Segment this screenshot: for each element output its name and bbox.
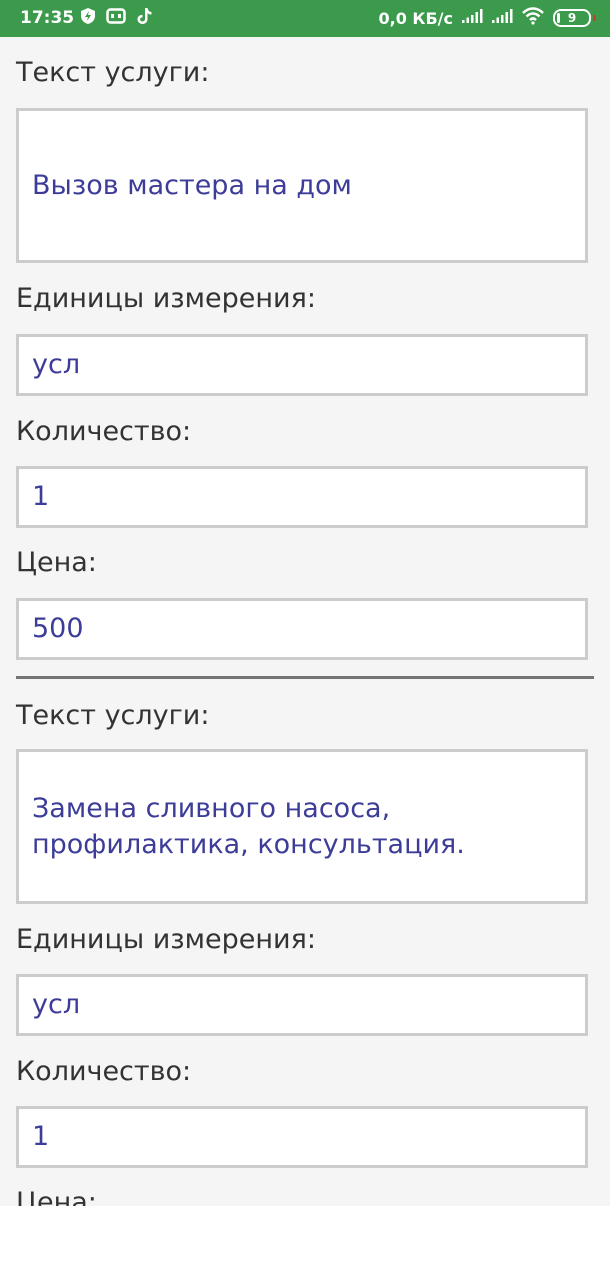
unit-label: Единицы измерения: [16, 924, 316, 955]
price-label: Цена: [16, 1187, 97, 1206]
gamepad-icon [106, 7, 126, 29]
status-right: 0,0 КБ/с 9 [378, 6, 596, 30]
status-time: 17:35 [20, 8, 75, 28]
service-divider [16, 676, 594, 679]
tiktok-icon [136, 7, 152, 30]
battery-level: 9 [567, 11, 577, 25]
quantity-field[interactable]: 1 [16, 466, 588, 528]
service-text-field[interactable]: Вызов мастера на дом [16, 108, 588, 263]
unit-label: Единицы измерения: [16, 283, 316, 314]
quantity-field[interactable]: 1 [16, 1106, 588, 1168]
notification-icons [80, 7, 152, 30]
unit-field[interactable]: усл [16, 334, 588, 396]
price-label: Цена: [16, 547, 97, 578]
shield-icon [80, 7, 96, 30]
service-text-field[interactable]: Замена сливного насоса, профилактика, ко… [16, 749, 588, 904]
service-text-label: Текст услуги: [16, 57, 210, 88]
quantity-label: Количество: [16, 416, 192, 447]
signal-icon [491, 8, 513, 29]
network-speed: 0,0 КБ/с [378, 8, 453, 28]
battery-tip [593, 15, 596, 21]
battery-icon: 9 [553, 9, 591, 27]
unit-field[interactable]: усл [16, 974, 588, 1036]
price-field[interactable]: 500 [16, 598, 588, 660]
signal-icon [461, 8, 483, 29]
status-bar: 17:35 0,0 КБ/с 9 [0, 0, 610, 37]
bottom-blank-area [0, 1206, 610, 1280]
service-text-label: Текст услуги: [16, 700, 210, 731]
service-list[interactable]: Текст услуги: Вызов мастера на дом Едини… [0, 37, 610, 1206]
wifi-icon [521, 6, 545, 30]
quantity-label: Количество: [16, 1056, 192, 1087]
